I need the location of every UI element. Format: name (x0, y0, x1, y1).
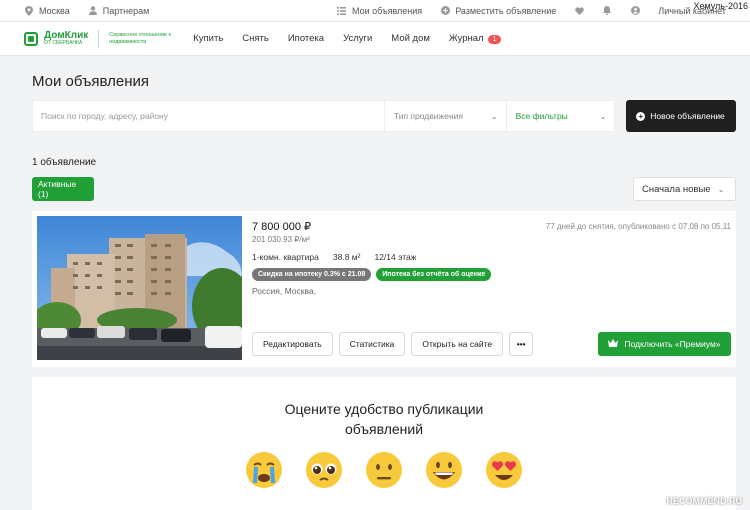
tab-active[interactable]: Активные (1) (32, 177, 94, 201)
logo-icon (24, 31, 38, 46)
chevron-down-icon: ⌄ (490, 111, 498, 121)
promo-type-select[interactable]: Тип продвижения ⌄ (384, 100, 507, 132)
logo-sub: ОТ СБЕРБАНКА (44, 40, 83, 46)
area: 38.8 м² (332, 252, 361, 262)
listing-tags: Скидка на ипотеку 0.3% с 21.08 Ипотека б… (252, 268, 731, 281)
crown-icon (608, 339, 619, 349)
city-selector[interactable]: Москва (24, 5, 70, 16)
my-ads-label: Мои объявления (351, 5, 423, 16)
nav-item-mortgage[interactable]: Ипотека (288, 33, 324, 44)
listing-address: Россия, Москва, (252, 286, 316, 296)
user-icon (88, 6, 98, 15)
new-ad-button[interactable]: + Новое объявление (626, 100, 736, 132)
grinning-face-icon[interactable] (425, 451, 463, 489)
nav-item-services[interactable]: Услуги (343, 33, 372, 44)
all-filters-label: Все фильтры (515, 111, 568, 121)
list-icon (337, 6, 347, 15)
watermark-site: RECOMMEND.RU (666, 496, 743, 506)
plus-icon: + (636, 111, 646, 121)
edit-button[interactable]: Редактировать (252, 332, 333, 356)
plus-circle-icon (440, 6, 450, 15)
listing-info: 7 800 000 ₽ 201 030.93 ₽/м² 1-комн. квар… (252, 216, 731, 362)
my-ads-link[interactable]: Мои объявления (337, 6, 422, 16)
listing-actions: Редактировать Статистика Открыть на сайт… (252, 332, 534, 356)
no-report-badge: Ипотека без отчёта об оценке (376, 268, 492, 281)
statistics-button[interactable]: Статистика (338, 332, 406, 356)
journal-label: Журнал (448, 33, 484, 44)
new-ad-label: Новое объявление (650, 111, 725, 121)
nav-item-buy[interactable]: Купить (193, 33, 223, 44)
nav-item-my-home[interactable]: Мой дом (391, 33, 430, 44)
premium-button[interactable]: Подключить «Премиум» (598, 332, 731, 356)
heart-eyes-face-icon[interactable] (485, 451, 523, 489)
chevron-down-icon: ⌄ (717, 184, 725, 194)
main-content: Мои объявления Поиск по городу, адресу, … (0, 73, 750, 510)
rating-title-line2: объявлений (344, 421, 424, 437)
more-options-button[interactable]: ••• (509, 332, 534, 356)
nav-item-rent[interactable]: Снять (242, 33, 269, 44)
discount-badge: Скидка на ипотеку 0.3% с 21.08 (252, 268, 372, 281)
ads-count: 1 объявление (32, 157, 97, 168)
neutral-face-icon[interactable] (365, 451, 403, 489)
publication-info: 77 дней до снятия, опубликовано с 07.08 … (545, 222, 731, 231)
listing-params: 1-комн. квартира 38.8 м² 12/14 этаж (252, 252, 731, 262)
rooms: 1-комн. квартира (252, 252, 319, 262)
logo-tagline: Сервисное отношение к недвижимости (109, 31, 171, 45)
promo-type-label: Тип продвижения (393, 111, 463, 121)
user-circle-icon[interactable] (630, 6, 640, 15)
partners-link[interactable]: Партнерам (88, 5, 150, 16)
listing-photo[interactable] (37, 216, 242, 360)
watermark-username: Хемуль-2016 (693, 1, 748, 11)
all-filters-select[interactable]: Все фильтры ⌄ (506, 100, 616, 132)
post-ad-label: Разместить объявление (455, 5, 557, 16)
premium-label: Подключить «Премиум» (624, 339, 721, 349)
listing-card: 7 800 000 ₽ 201 030.93 ₽/м² 1-комн. квар… (32, 211, 736, 367)
logo[interactable]: ДомКлик ОТ СБЕРБАНКА Сервисное отношение… (24, 29, 179, 48)
rating-title-line1: Оцените удобство публикации (284, 401, 484, 417)
top-bar: Москва Партнерам Мои объявления Размести… (0, 0, 750, 22)
page-title: Мои объявления (32, 73, 149, 90)
pleading-face-icon[interactable] (305, 451, 343, 489)
bell-icon[interactable] (602, 6, 612, 15)
heart-icon[interactable] (574, 6, 584, 15)
price-per-meter: 201 030.93 ₽/м² (252, 235, 310, 244)
journal-badge: 1 (487, 35, 502, 44)
post-ad-link[interactable]: Разместить объявление (440, 6, 556, 16)
sort-select[interactable]: Сначала новые ⌄ (633, 177, 736, 201)
search-input[interactable]: Поиск по городу, адресу, району (32, 100, 385, 132)
sort-label: Сначала новые (642, 183, 711, 195)
filter-bar: Поиск по городу, адресу, району Тип прод… (32, 100, 736, 132)
floor: 12/14 этаж (374, 252, 417, 262)
rating-panel: Оцените удобство публикации объявлений (32, 377, 736, 510)
nav-item-journal[interactable]: Журнал 1 (449, 33, 502, 44)
location-pin-icon (24, 5, 34, 16)
logo-divider (98, 29, 100, 48)
open-on-site-button[interactable]: Открыть на сайте (411, 332, 504, 356)
crying-face-icon[interactable] (245, 451, 283, 489)
partners-label: Партнерам (102, 5, 150, 16)
emoji-rating-row (32, 451, 736, 489)
city-label: Москва (39, 5, 70, 16)
rating-title: Оцените удобство публикации объявлений (32, 399, 736, 439)
chevron-down-icon: ⌄ (599, 111, 607, 121)
main-nav: ДомКлик ОТ СБЕРБАНКА Сервисное отношение… (0, 22, 750, 56)
